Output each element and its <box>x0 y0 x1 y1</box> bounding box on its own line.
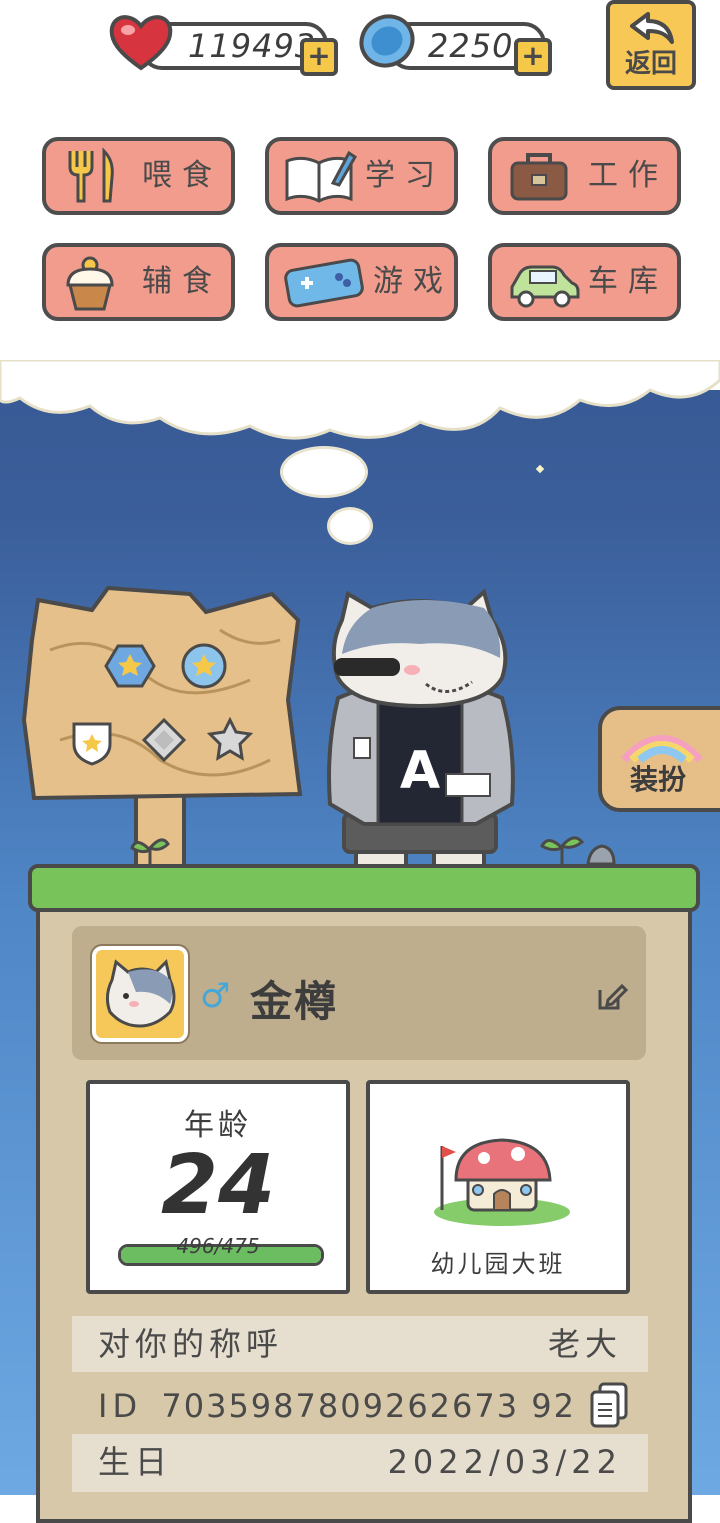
age-value: 24 <box>160 1138 276 1233</box>
sprout-icon <box>130 838 170 866</box>
rock-icon <box>586 844 616 866</box>
car-icon <box>510 265 580 308</box>
work-label: 工作 <box>588 158 668 193</box>
cupcake-icon <box>66 256 114 311</box>
add-coins-button[interactable]: + <box>514 38 552 76</box>
snack-button[interactable]: 辅食 <box>42 243 235 321</box>
snack-label: 辅食 <box>142 264 222 299</box>
study-button[interactable]: 学习 <box>265 137 458 215</box>
badge-icon <box>72 722 112 766</box>
briefcase-icon <box>510 153 568 201</box>
birthday-row: 生日 2022/03/22 <box>72 1434 648 1492</box>
pet-avatar[interactable] <box>90 944 190 1044</box>
copy-id-icon[interactable] <box>590 1382 628 1428</box>
age-card: 年龄 24 496/475 <box>86 1080 350 1294</box>
coins-value: 2250 <box>428 27 514 65</box>
school-level: 幼儿园大班 <box>430 1250 566 1278</box>
back-label: 返回 <box>624 49 677 79</box>
id-value: 7035987809262673 92 <box>161 1387 576 1425</box>
fork-knife-icon <box>68 147 114 203</box>
id-row: ID 7035987809262673 92 <box>72 1378 648 1434</box>
mushroom-house-icon <box>434 1138 570 1226</box>
badge-icon <box>181 643 227 689</box>
book-pen-icon <box>285 150 357 203</box>
svg-text:A: A <box>400 741 440 801</box>
birthday-value: 2022/03/22 <box>387 1443 622 1481</box>
cloud-edge <box>0 360 720 440</box>
birthday-label: 生日 <box>98 1443 173 1481</box>
school-card[interactable]: 幼儿园大班 <box>366 1080 630 1294</box>
pet-avatar-image <box>105 959 176 1028</box>
badge-icon <box>104 644 156 688</box>
nickname-value: 老大 <box>547 1325 622 1363</box>
gamepad-icon <box>284 258 364 308</box>
back-button[interactable]: 返回 <box>606 0 696 90</box>
age-exp-text: 496/475 <box>176 1234 260 1258</box>
back-arrow-icon <box>630 12 674 44</box>
study-label: 学习 <box>365 158 445 193</box>
dress-up-label: 装扮 <box>630 763 687 796</box>
feed-label: 喂食 <box>142 158 222 193</box>
garage-button[interactable]: 车库 <box>488 243 681 321</box>
garage-label: 车库 <box>588 264 668 299</box>
game-label: 游戏 <box>373 264 453 299</box>
pet-character[interactable]: A <box>316 588 526 884</box>
nickname-label: 对你的称呼 <box>98 1325 284 1363</box>
thought-bubble-small <box>327 507 373 545</box>
edit-name-icon[interactable] <box>596 980 628 1012</box>
achievement-signboard[interactable] <box>20 580 310 870</box>
work-button[interactable]: 工作 <box>488 137 681 215</box>
dress-up-button[interactable]: 装扮 <box>598 706 720 812</box>
thought-bubble-large <box>280 446 368 498</box>
hearts-value: 119493 <box>188 27 317 65</box>
male-gender-icon: ♂ <box>200 976 231 1016</box>
id-label: ID <box>98 1387 143 1425</box>
grass-ledge <box>28 864 700 912</box>
blue-gem-icon <box>359 14 415 68</box>
heart-icon <box>109 15 173 71</box>
sprout-icon <box>540 836 584 866</box>
pet-name: 金樽 <box>250 977 339 1026</box>
feed-button[interactable]: 喂食 <box>42 137 235 215</box>
add-hearts-button[interactable]: + <box>300 38 338 76</box>
game-button[interactable]: 游戏 <box>265 243 458 321</box>
nickname-row: 对你的称呼 老大 <box>72 1316 648 1372</box>
